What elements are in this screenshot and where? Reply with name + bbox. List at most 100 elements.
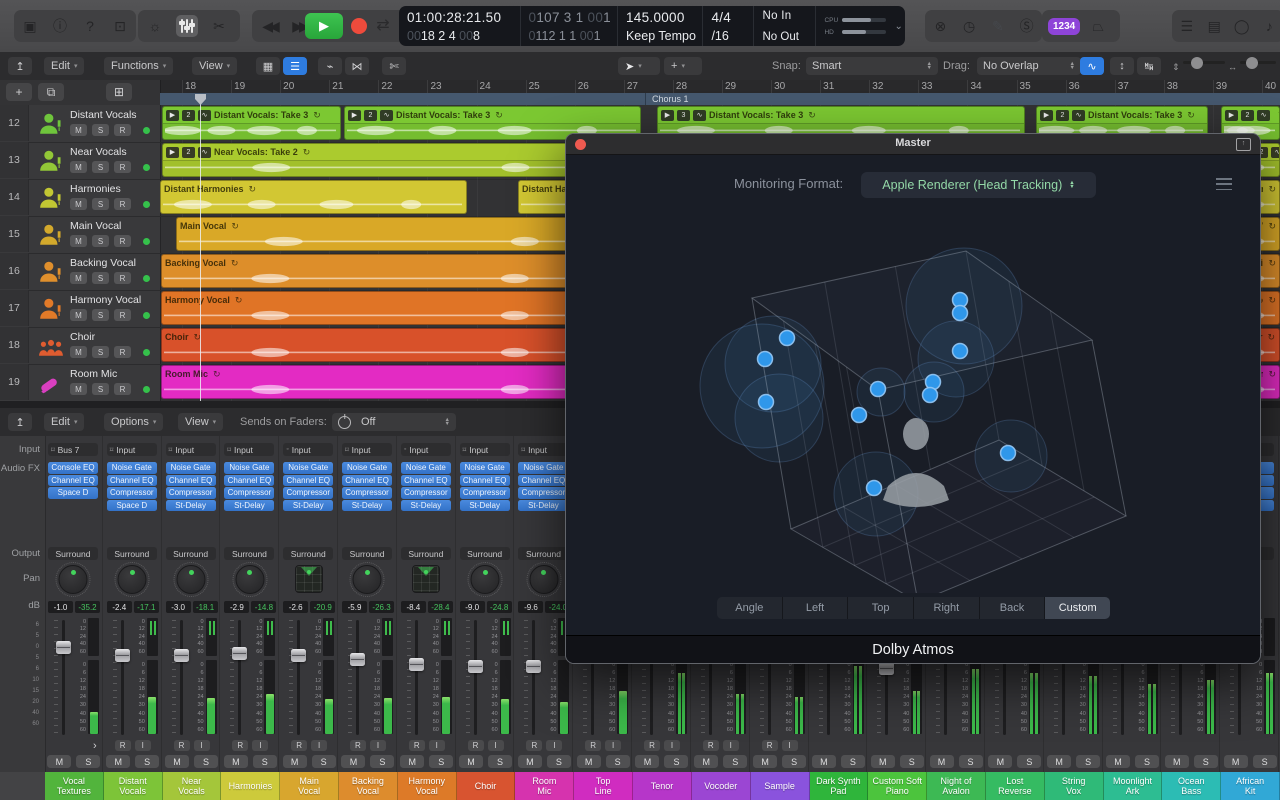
solo-button[interactable]: S: [1135, 755, 1159, 768]
audio-fx-slot[interactable]: Noise Gate: [224, 462, 274, 474]
input-monitor-button[interactable]: I: [370, 740, 386, 751]
input-slot[interactable]: ⌑Input: [342, 443, 392, 456]
channel-name-label[interactable]: Night ofAvalon: [927, 772, 986, 800]
lcd-display[interactable]: 01:00:28:21.500018 2 4 008 0107 3 1 0010…: [399, 6, 905, 46]
record-enable-button[interactable]: R: [703, 740, 719, 751]
track-on-indicator[interactable]: [143, 386, 150, 393]
channel-name-label[interactable]: NearVocals: [163, 772, 222, 800]
solo-button[interactable]: S: [841, 755, 865, 768]
peak-level-value[interactable]: -20.9: [310, 601, 335, 613]
channel-name-label[interactable]: Sample: [751, 772, 810, 800]
mute-button[interactable]: M: [635, 755, 659, 768]
audio-fx-slot[interactable]: Channel EQ: [166, 475, 216, 487]
audio-fx-slot[interactable]: Channel EQ: [401, 475, 451, 487]
mute-button[interactable]: M: [1165, 755, 1189, 768]
mute-button[interactable]: M: [70, 383, 87, 395]
monitoring-format-dropdown[interactable]: Apple Renderer (Head Tracking)▲▼: [861, 172, 1096, 198]
solo-button[interactable]: S: [782, 755, 806, 768]
mixer-edit-menu[interactable]: Edit▾: [44, 413, 84, 431]
fader-cap[interactable]: [468, 660, 483, 673]
solo-button[interactable]: S: [723, 755, 747, 768]
audio-fx-slot[interactable]: St-Delay: [460, 500, 510, 512]
track-header[interactable]: 18ChoirMSR: [0, 327, 160, 365]
record-button[interactable]: [351, 18, 367, 34]
horizontal-zoom-slider[interactable]: [1240, 61, 1276, 64]
output-slot[interactable]: Surround: [518, 547, 568, 560]
audio-fx-slot[interactable]: Channel EQ: [283, 475, 333, 487]
mute-button[interactable]: M: [518, 755, 542, 768]
record-enable-button[interactable]: R: [644, 740, 660, 751]
record-enable-button[interactable]: R: [762, 740, 778, 751]
automation-icon[interactable]: ⌁: [318, 57, 342, 75]
marker-lane[interactable]: Chorus 1: [160, 93, 1280, 105]
record-enable-button[interactable]: R: [174, 740, 190, 751]
channel-strip[interactable]: ⌑InputNoise GateChannel EQCompressorSpac…: [104, 436, 162, 772]
fader-cap[interactable]: [115, 649, 130, 662]
mute-button[interactable]: M: [753, 755, 777, 768]
output-slot[interactable]: Surround: [460, 547, 510, 560]
input-monitor-button[interactable]: I: [723, 740, 739, 751]
channel-name-label[interactable]: AfricanKit: [1221, 772, 1280, 800]
mute-button[interactable]: M: [694, 755, 718, 768]
peak-level-value[interactable]: -26.3: [369, 601, 394, 613]
grid-view-icon[interactable]: ▦: [256, 57, 280, 75]
volume-value[interactable]: -1.0: [48, 601, 73, 613]
channel-name-label[interactable]: OceanBass: [1162, 772, 1221, 800]
volume-value[interactable]: -3.0: [166, 601, 191, 613]
channel-name-label[interactable]: BackingVocal: [339, 772, 398, 800]
channel-name-label[interactable]: RoomMic: [515, 772, 574, 800]
audio-fx-slot[interactable]: Noise Gate: [166, 462, 216, 474]
solo-button[interactable]: S: [194, 755, 218, 768]
flex-icon[interactable]: ∿: [380, 110, 393, 121]
audio-fx-slot[interactable]: Space D: [107, 500, 157, 512]
flex-icon[interactable]: ∿: [693, 110, 706, 121]
input-monitor-button[interactable]: I: [605, 740, 621, 751]
record-enable-button[interactable]: R: [291, 740, 307, 751]
input-monitor-button[interactable]: I: [782, 740, 798, 751]
channel-name-label[interactable]: Vocoder: [692, 772, 751, 800]
volume-fader[interactable]: [113, 618, 131, 737]
volume-fader[interactable]: [407, 618, 425, 737]
open-in-window-icon[interactable]: ↑: [1236, 138, 1251, 151]
solo-button[interactable]: S: [959, 755, 983, 768]
audio-object-dot[interactable]: [758, 352, 773, 367]
inspector-icon[interactable]: ⓘ: [50, 15, 70, 37]
record-enable-button[interactable]: R: [409, 740, 425, 751]
mute-button[interactable]: M: [70, 198, 87, 210]
list-view-icon[interactable]: ☰: [283, 57, 307, 75]
input-slot[interactable]: ◦Input: [401, 443, 451, 456]
mute-button[interactable]: M: [70, 272, 87, 284]
input-slot[interactable]: ⌑Bus 7: [48, 443, 98, 456]
solo-button[interactable]: S: [547, 755, 571, 768]
pan-knob[interactable]: [59, 565, 88, 594]
solo-button[interactable]: S: [92, 235, 109, 247]
surround-panner[interactable]: [295, 565, 323, 593]
solo-button[interactable]: S: [92, 272, 109, 284]
fader-cap[interactable]: [174, 649, 189, 662]
flex-icon[interactable]: ∿: [1257, 110, 1270, 121]
record-enable-button[interactable]: R: [114, 383, 131, 395]
track-header[interactable]: 15Main VocalMSR: [0, 216, 160, 254]
view-menu[interactable]: View▾: [192, 57, 237, 75]
audio-fx-slot[interactable]: St-Delay: [401, 500, 451, 512]
audio-fx-slot[interactable]: Space D: [48, 487, 98, 499]
view-button-right[interactable]: Right: [914, 597, 980, 619]
editors-icon[interactable]: ✂: [208, 15, 230, 37]
secondary-tool-menu[interactable]: +▾: [664, 57, 702, 75]
mute-button[interactable]: M: [400, 755, 424, 768]
solo-button[interactable]: S: [92, 161, 109, 173]
pan-knob[interactable]: [529, 565, 558, 594]
volume-fader[interactable]: [230, 618, 248, 737]
take-count-chip[interactable]: 2: [1241, 110, 1254, 121]
channel-strip[interactable]: ⌑InputNoise GateChannel EQCompressorSt-D…: [457, 436, 515, 772]
output-slot[interactable]: Surround: [283, 547, 333, 560]
region[interactable]: ▶2∿Distant Vocals: Take 3↻: [162, 106, 341, 140]
atmos-3d-room[interactable]: [566, 198, 1260, 593]
input-monitor-button[interactable]: I: [311, 740, 327, 751]
mute-button[interactable]: M: [1106, 755, 1130, 768]
input-monitor-button[interactable]: I: [194, 740, 210, 751]
solo-button[interactable]: S: [606, 755, 630, 768]
record-enable-button[interactable]: R: [114, 346, 131, 358]
pointer-tool-menu[interactable]: ➤▾: [618, 57, 660, 75]
mute-button[interactable]: M: [283, 755, 307, 768]
